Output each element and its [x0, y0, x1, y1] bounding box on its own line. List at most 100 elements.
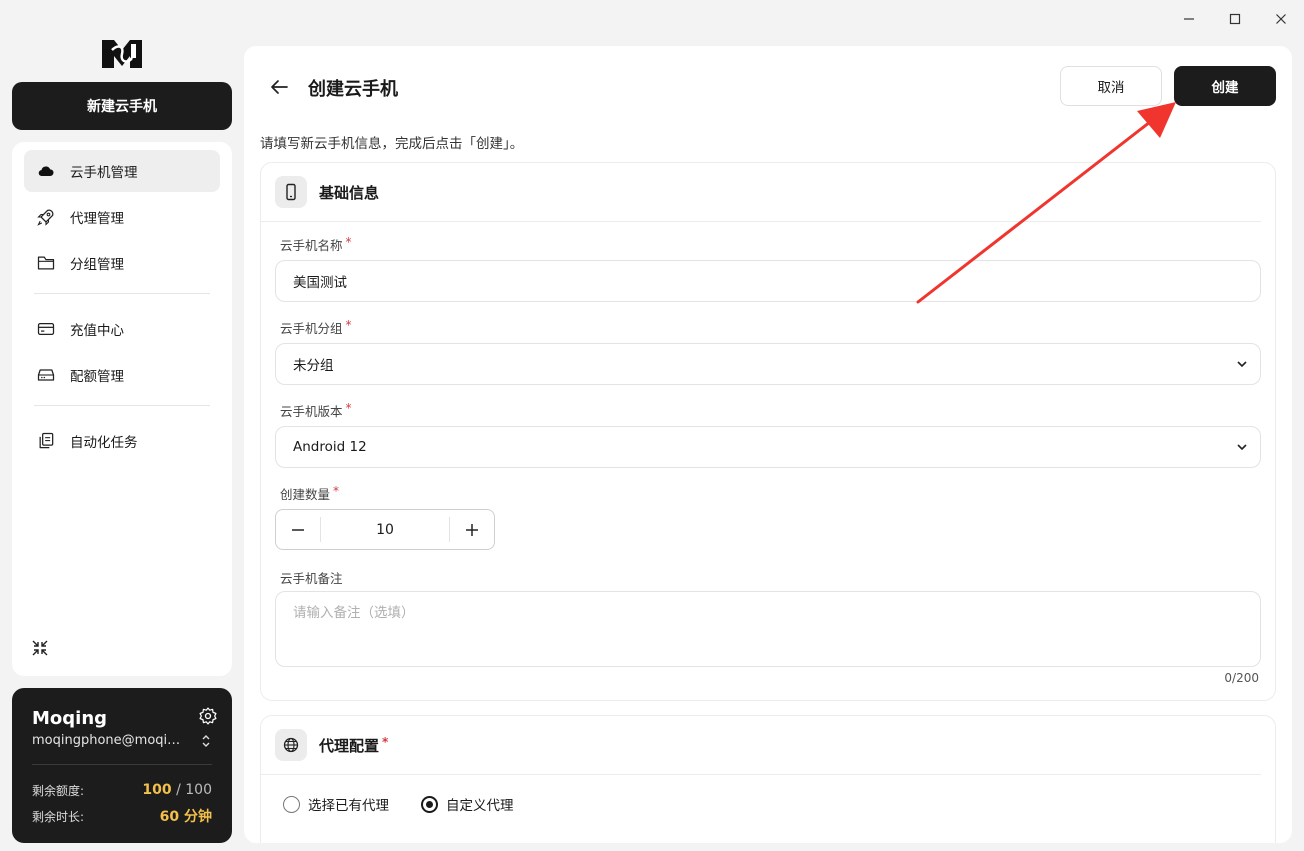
rocket-icon [37, 209, 54, 226]
sidebar-item-label: 分组管理 [70, 257, 124, 273]
radio-custom-proxy[interactable]: 自定义代理 [421, 794, 514, 814]
sidebar-item-proxies[interactable]: 代理管理 [24, 196, 220, 238]
time-label: 剩余时长: [32, 809, 85, 824]
user-email[interactable]: moqingphone@moqing.... [32, 733, 182, 748]
version-select[interactable]: Android 12 [275, 426, 1261, 468]
quota-label: 剩余额度: [32, 783, 85, 798]
group-select[interactable]: 未分组 [275, 343, 1261, 385]
name-label-text: 云手机名称 [280, 238, 343, 253]
chevron-down-icon [1237, 444, 1247, 451]
server-icon [37, 369, 55, 381]
user-card: Moqing moqingphone@moqing.... 剩余额度: 100 … [12, 688, 232, 843]
sidebar-nav: 云手机管理 代理管理 分组管理 充值中心 配额管理 自动化任务 [12, 142, 232, 676]
minimize-icon [1184, 18, 1194, 20]
version-value: Android 12 [293, 439, 367, 455]
section-header: 基础信息 [261, 163, 1261, 222]
required-mark: * [345, 235, 352, 249]
cloud-icon [38, 166, 54, 177]
group-label-text: 云手机分组 [280, 321, 343, 336]
required-mark: * [382, 734, 389, 749]
sidebar-item-cloud-phones[interactable]: 云手机管理 [24, 150, 220, 192]
required-mark: * [345, 318, 352, 332]
sidebar-item-quota[interactable]: 配额管理 [24, 354, 220, 396]
minus-icon [292, 528, 304, 531]
basic-info-section: 基础信息 云手机名称 * 美国测试 云手机分组 * 未分组 云手机版本 * Andro… [260, 162, 1276, 701]
quota-value: 100 / 100 [142, 782, 212, 798]
maximize-button[interactable] [1224, 8, 1246, 30]
create-button[interactable]: 创建 [1174, 66, 1276, 106]
folder-icon [37, 256, 55, 270]
page-title: 创建云手机 [308, 79, 398, 100]
note-label: 云手机备注 [280, 571, 343, 586]
version-label: 云手机版本 * [280, 401, 352, 420]
section-header: 代理配置 * [261, 716, 1261, 775]
gear-icon[interactable] [198, 706, 218, 726]
radio-button-selected[interactable] [421, 795, 438, 813]
name-input[interactable]: 美国测试 [275, 260, 1261, 302]
count-label-text: 创建数量 [280, 487, 331, 502]
nav-divider [34, 293, 210, 294]
radio-label: 自定义代理 [446, 798, 514, 814]
decrement-button[interactable] [276, 510, 320, 549]
credit-card-icon [37, 322, 55, 336]
required-mark: * [333, 484, 340, 498]
main-panel: 创建云手机 取消 创建 请填写新云手机信息，完成后点击「创建」。 基础信息 云手… [244, 46, 1292, 843]
version-label-text: 云手机版本 [280, 404, 343, 419]
plus-icon [466, 523, 478, 536]
sidebar-item-label: 配额管理 [70, 369, 124, 385]
sidebar-item-recharge[interactable]: 充值中心 [24, 308, 220, 350]
section-title: 基础信息 [319, 183, 380, 202]
sidebar-item-automation[interactable]: 自动化任务 [24, 420, 220, 462]
quantity-input[interactable]: 10 [321, 522, 449, 538]
section-icon [275, 729, 307, 761]
proxy-mode-radios: 选择已有代理 自定义代理 [283, 794, 514, 814]
sidebar-item-label: 充值中心 [70, 323, 124, 339]
phone-icon [286, 183, 296, 201]
note-textarea[interactable]: 请输入备注（选填） [275, 591, 1261, 667]
radio-existing-proxy[interactable]: 选择已有代理 [283, 794, 389, 814]
radio-button[interactable] [283, 795, 300, 813]
app-logo [102, 40, 142, 68]
proxy-title-text: 代理配置 [319, 736, 380, 755]
user-divider [32, 764, 212, 765]
time-unit: 分钟 [179, 809, 212, 825]
minimize-button[interactable] [1178, 8, 1200, 30]
required-mark: * [345, 401, 352, 415]
page-subtitle: 请填写新云手机信息，完成后点击「创建」。 [260, 136, 524, 152]
name-value: 美国测试 [293, 275, 347, 291]
window-controls [1178, 8, 1292, 30]
cancel-button[interactable]: 取消 [1060, 66, 1162, 106]
close-icon [1276, 14, 1286, 24]
close-window-button[interactable] [1270, 8, 1292, 30]
group-value: 未分组 [293, 358, 334, 374]
quota-separator: / [171, 782, 186, 798]
nav-divider [34, 405, 210, 406]
name-label: 云手机名称 * [280, 235, 352, 254]
count-label: 创建数量 * [280, 484, 339, 503]
proxy-config-section: 代理配置 * 选择已有代理 自定义代理 [260, 715, 1276, 843]
increment-button[interactable] [450, 510, 494, 549]
collapse-icon[interactable] [30, 638, 50, 658]
radio-label: 选择已有代理 [308, 798, 389, 814]
sidebar-item-label: 自动化任务 [70, 435, 138, 451]
maximize-icon [1229, 13, 1241, 25]
user-name: Moqing [32, 708, 108, 729]
quota-row: 剩余额度: 100 / 100 [32, 777, 212, 803]
account-switch-icon[interactable] [200, 734, 212, 748]
time-value: 60 分钟 [160, 806, 212, 826]
sidebar-item-label: 代理管理 [70, 211, 124, 227]
time-row: 剩余时长: 60 分钟 [32, 803, 212, 829]
quantity-stepper: 10 [275, 509, 495, 550]
clipboard-icon [39, 432, 54, 449]
sidebar-item-groups[interactable]: 分组管理 [24, 242, 220, 284]
globe-icon [283, 737, 299, 753]
section-icon [275, 176, 307, 208]
section-title: 代理配置 * [319, 735, 388, 756]
quota-used: 100 [142, 782, 172, 798]
time-amount: 60 [159, 809, 180, 825]
chevron-down-icon [1237, 361, 1247, 368]
back-arrow-icon[interactable] [268, 76, 290, 98]
note-char-counter: 0/200 [1224, 671, 1259, 685]
new-cloud-phone-button[interactable]: 新建云手机 [12, 82, 232, 130]
sidebar-item-label: 云手机管理 [70, 165, 138, 181]
